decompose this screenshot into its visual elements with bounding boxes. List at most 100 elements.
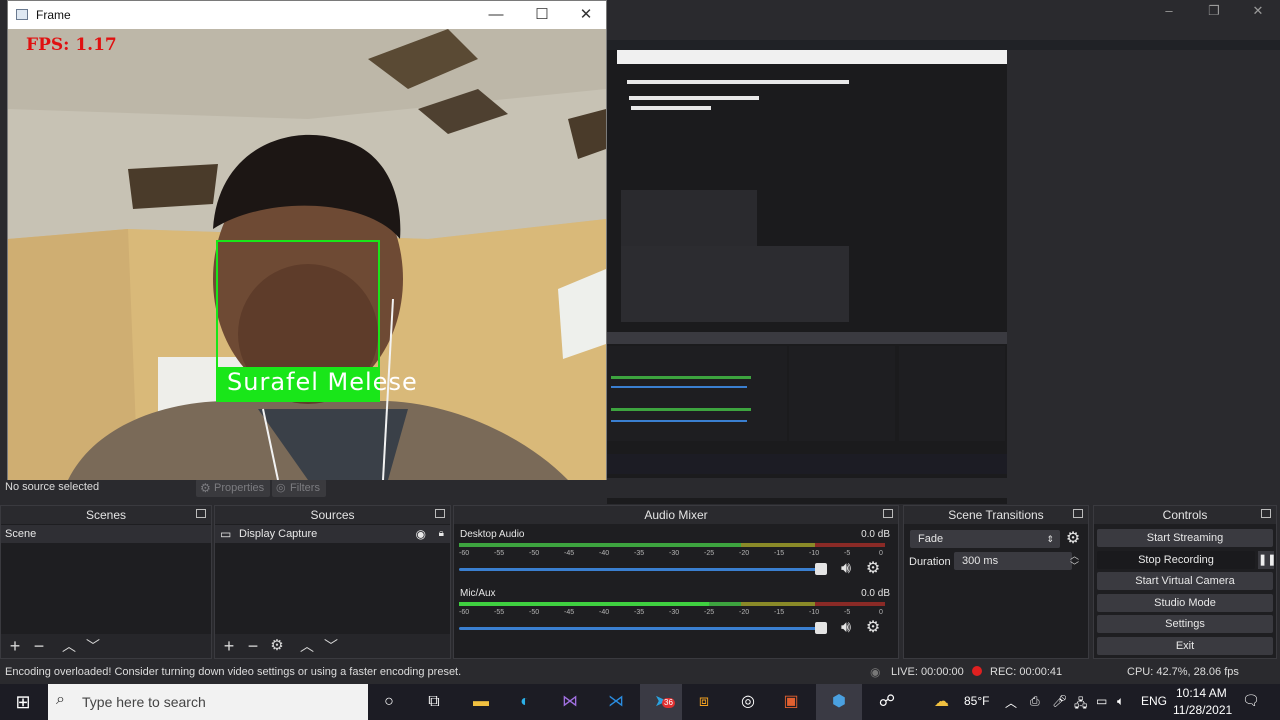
- properties-button[interactable]: ⚙ Properties: [196, 479, 271, 497]
- gear-icon[interactable]: ⚙: [1064, 530, 1082, 548]
- meter-tick-label: -15: [774, 550, 785, 557]
- meter-tick-label: -15: [774, 609, 785, 616]
- source-label: Display Capture: [239, 528, 318, 540]
- volume-slider[interactable]: [459, 622, 827, 634]
- file-explorer-icon[interactable]: ▬: [468, 690, 494, 714]
- float-icon[interactable]: [1261, 509, 1271, 518]
- float-icon[interactable]: [1073, 509, 1083, 518]
- transition-select[interactable]: Fade ⇕: [910, 530, 1060, 548]
- vscode-icon[interactable]: ⋊: [603, 690, 629, 714]
- network-icon[interactable]: 🖧︎: [1074, 694, 1087, 715]
- scene-transitions-title: Scene Transitions: [904, 506, 1088, 524]
- search-box[interactable]: ⌕ Type here to search: [48, 684, 368, 720]
- sources-list: ▭ Display Capture ◉ 🔒︎: [215, 524, 450, 634]
- speaker-icon[interactable]: 🔊︎: [837, 619, 855, 637]
- exit-button[interactable]: Exit: [1097, 637, 1273, 655]
- controls-dock: Controls Start Streaming Stop Recording …: [1093, 505, 1277, 659]
- python-icon[interactable]: ⬢: [816, 684, 862, 720]
- start-streaming-button[interactable]: Start Streaming: [1097, 529, 1273, 547]
- status-bar: Encoding overloaded! Consider turning do…: [0, 662, 1280, 682]
- speaker-icon[interactable]: 🔊︎: [837, 560, 855, 578]
- weather-icon[interactable]: ☁: [934, 692, 949, 710]
- remove-icon[interactable]: −: [29, 636, 49, 656]
- maximize-icon[interactable]: ☐: [520, 5, 564, 25]
- scenes-list: Scene: [1, 524, 211, 634]
- meter-tick-label: -45: [564, 550, 575, 557]
- app-icon[interactable]: ⧈: [691, 690, 717, 714]
- notification-icon[interactable]: 🗨︎: [1242, 692, 1260, 709]
- restore-icon[interactable]: ❐: [1199, 2, 1229, 20]
- gear-icon: ⚙: [200, 481, 211, 495]
- meter-tick-label: -45: [564, 609, 575, 616]
- task-view-icon[interactable]: ⧉: [421, 690, 447, 714]
- start-virtual-camera-button[interactable]: Start Virtual Camera: [1097, 572, 1273, 590]
- source-item[interactable]: ▭ Display Capture ◉ 🔒︎: [215, 525, 450, 543]
- pause-icon[interactable]: ❚❚: [1258, 551, 1276, 569]
- stop-recording-button[interactable]: Stop Recording: [1097, 551, 1255, 569]
- meter-tick-label: 0: [879, 550, 883, 557]
- move-up-icon[interactable]: ︿: [297, 636, 317, 656]
- spin-arrows-icon[interactable]: ︿ ﹀: [1070, 551, 1079, 571]
- microphone-icon[interactable]: 🎤︎: [1052, 694, 1067, 708]
- battery-icon[interactable]: ▭: [1096, 694, 1107, 708]
- search-icon: ⌕: [56, 691, 65, 708]
- face-label: Surafel Melese: [227, 368, 418, 396]
- settings-button[interactable]: Settings: [1097, 615, 1273, 633]
- gear-icon[interactable]: ⚙: [864, 619, 882, 637]
- minimize-icon[interactable]: –: [1154, 2, 1184, 20]
- clock-time[interactable]: 10:14 AM: [1176, 686, 1227, 700]
- channel-db: 0.0 dB: [861, 588, 890, 599]
- transition-value: Fade: [918, 533, 944, 545]
- powerpoint-icon[interactable]: ▣: [778, 690, 804, 714]
- close-icon[interactable]: ✕: [1243, 2, 1273, 20]
- device-icon[interactable]: ⎙: [1030, 694, 1040, 709]
- filters-button[interactable]: ◎ Filters: [272, 479, 326, 497]
- volume-slider[interactable]: [459, 563, 827, 575]
- frame-titlebar[interactable]: Frame — ☐ ✕: [8, 1, 606, 29]
- clock-date[interactable]: 11/28/2021: [1173, 703, 1232, 717]
- telegram-icon[interactable]: ➤ 36: [640, 684, 682, 720]
- lock-icon[interactable]: 🔒︎: [439, 525, 444, 543]
- float-icon[interactable]: [435, 509, 445, 518]
- sources-dock: Sources ▭ Display Capture ◉ 🔒︎ + − ⚙ ︿ ﹀: [214, 505, 451, 659]
- sources-title: Sources: [215, 506, 450, 524]
- remove-icon[interactable]: −: [243, 636, 263, 656]
- studio-mode-button[interactable]: Studio Mode: [1097, 594, 1273, 612]
- volume-icon[interactable]: 🔈︎: [1117, 694, 1124, 709]
- move-down-icon[interactable]: ﹀: [83, 636, 103, 656]
- close-icon[interactable]: ✕: [564, 5, 608, 25]
- meter-tick-label: -30: [669, 550, 680, 557]
- edge-icon[interactable]: ◐: [512, 690, 538, 714]
- camera-image: [8, 29, 606, 480]
- visual-studio-icon[interactable]: ⋈: [557, 690, 583, 714]
- chevron-up-icon[interactable]: ︿: [1005, 694, 1017, 711]
- meter-tick-label: -25: [704, 609, 715, 616]
- minimize-icon[interactable]: —: [474, 5, 518, 25]
- properties-bar: No source selected ⚙ Properties ◎ Filter…: [0, 478, 1280, 498]
- duration-input[interactable]: 300 ms: [954, 552, 1072, 570]
- preview-canvas[interactable]: [607, 40, 1280, 504]
- gear-icon[interactable]: ⚙: [267, 636, 287, 656]
- scene-item[interactable]: Scene: [1, 525, 211, 543]
- obs-icon[interactable]: ◎: [735, 690, 761, 714]
- channel-name: Mic/Aux: [460, 588, 496, 599]
- meter-tick-label: -35: [634, 609, 645, 616]
- eye-icon[interactable]: ◉: [416, 525, 426, 543]
- cortana-icon[interactable]: ○: [376, 690, 402, 714]
- move-down-icon[interactable]: ﹀: [321, 636, 341, 656]
- people-icon[interactable]: ☍: [874, 690, 900, 714]
- add-icon[interactable]: +: [5, 636, 25, 656]
- windows-start-icon[interactable]: ⊞: [10, 690, 36, 714]
- meter-ticks: -60 -55 -50 -45 -40 -35 -30 -25 -20 -15 -10 -5 0: [459, 550, 885, 560]
- gear-icon[interactable]: ⚙: [864, 560, 882, 578]
- float-icon[interactable]: [196, 509, 206, 518]
- language-indicator[interactable]: ENG: [1141, 694, 1167, 708]
- live-time: LIVE: 00:00:00: [891, 666, 964, 678]
- move-up-icon[interactable]: ︿: [59, 636, 79, 656]
- add-icon[interactable]: +: [219, 636, 239, 656]
- meter-tick-label: -40: [599, 609, 610, 616]
- float-icon[interactable]: [883, 509, 893, 518]
- scenes-dock: Scenes Scene + − ︿ ﹀: [0, 505, 212, 659]
- no-source-label: No source selected: [5, 481, 100, 493]
- recursive-capture: [607, 50, 1007, 504]
